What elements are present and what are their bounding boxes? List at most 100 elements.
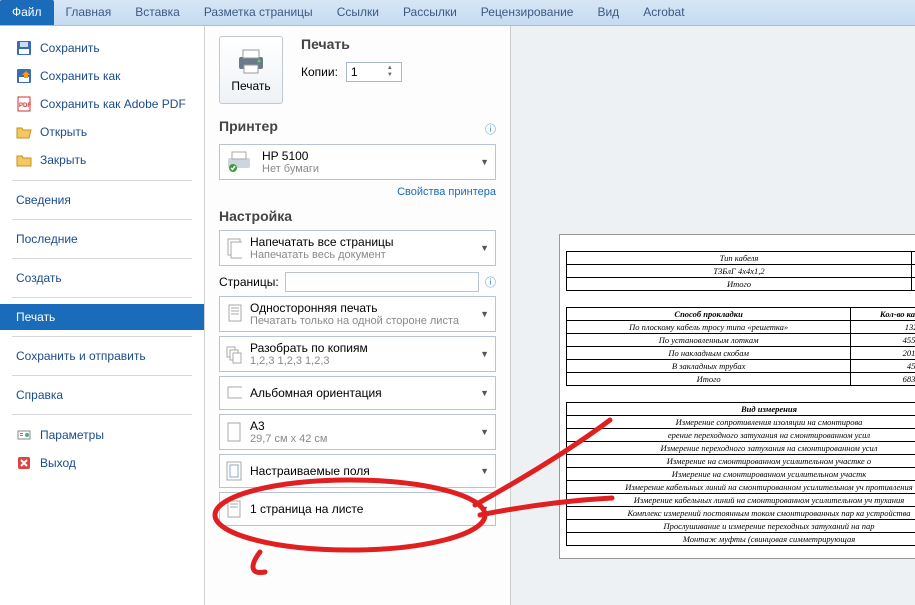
printer-properties-link[interactable]: Свойства принтера bbox=[397, 186, 496, 198]
sidebar-label: Выход bbox=[40, 456, 76, 470]
cell: ТЗБлГ 4x4x1,2 bbox=[567, 265, 912, 278]
separator bbox=[12, 414, 192, 415]
print-scope-select[interactable]: Напечатать все страницы Напечатать весь … bbox=[219, 230, 496, 266]
margins-icon bbox=[226, 463, 242, 479]
collate-sub: 1,2,3 1,2,3 1,2,3 bbox=[250, 355, 472, 367]
options-icon bbox=[16, 427, 32, 443]
sidebar-label: Сохранить как Adobe PDF bbox=[40, 97, 186, 111]
sidebar-item-recent[interactable]: Последние bbox=[0, 226, 204, 252]
folder-open-icon bbox=[16, 124, 32, 140]
info-icon[interactable]: ⓘ bbox=[485, 274, 496, 290]
sidebar-label: Последние bbox=[16, 232, 78, 246]
pages-input[interactable] bbox=[285, 272, 479, 292]
copies-spinner[interactable]: ▲▼ bbox=[346, 62, 402, 82]
printer-icon bbox=[235, 47, 267, 75]
margins-title: Настраиваемые поля bbox=[250, 464, 472, 478]
sidebar-label: Сохранить bbox=[40, 41, 100, 55]
cell: Вид измерения bbox=[567, 403, 915, 416]
info-icon[interactable]: ⓘ bbox=[485, 121, 496, 137]
duplex-title: Односторонняя печать bbox=[250, 301, 472, 315]
copies-label: Копии: bbox=[301, 65, 338, 79]
tab-file[interactable]: Файл bbox=[0, 0, 54, 25]
sidebar-item-exit[interactable]: Выход bbox=[0, 449, 204, 477]
duplex-select[interactable]: Односторонняя печать Печатать только на … bbox=[219, 296, 496, 332]
ribbon-tabs: Файл Главная Вставка Разметка страницы С… bbox=[0, 0, 915, 26]
svg-text:PDF: PDF bbox=[19, 103, 31, 109]
chevron-down-icon: ▼ bbox=[480, 309, 489, 319]
sidebar-item-save[interactable]: Сохранить bbox=[0, 34, 204, 62]
tab-home[interactable]: Главная bbox=[54, 0, 124, 25]
tab-review[interactable]: Рецензирование bbox=[469, 0, 586, 25]
tab-view[interactable]: Вид bbox=[585, 0, 631, 25]
copies-input[interactable] bbox=[351, 65, 383, 79]
preview-document: Итого см Тип кабеля ТЗБлГ 4x4x1,2 Итого … bbox=[559, 234, 915, 559]
tab-references[interactable]: Ссылки bbox=[325, 0, 391, 25]
separator bbox=[12, 297, 192, 298]
sidebar-item-close[interactable]: Закрыть bbox=[0, 146, 204, 174]
collate-select[interactable]: Разобрать по копиям 1,2,3 1,2,3 1,2,3 ▼ bbox=[219, 336, 496, 372]
sidebar-item-print[interactable]: Печать bbox=[0, 304, 204, 330]
sheets-title: 1 страница на листе bbox=[250, 502, 472, 516]
sidebar-label: Создать bbox=[16, 271, 62, 285]
printer-name: HP 5100 bbox=[262, 149, 472, 163]
pages-label: Страницы: bbox=[219, 275, 279, 289]
doc-total-label: Итого см bbox=[566, 241, 915, 251]
print-heading: Печать bbox=[301, 36, 402, 52]
sidebar-label: Параметры bbox=[40, 428, 104, 442]
printer-select[interactable]: HP 5100 Нет бумаги ▼ bbox=[219, 144, 496, 180]
pdf-icon: PDF bbox=[16, 96, 32, 112]
tab-page-layout[interactable]: Разметка страницы bbox=[192, 0, 325, 25]
paper-icon bbox=[226, 424, 242, 440]
separator bbox=[12, 219, 192, 220]
chevron-down-icon: ▼ bbox=[480, 157, 489, 167]
sidebar-item-share[interactable]: Сохранить и отправить bbox=[0, 343, 204, 369]
print-settings-panel: Печать Печать Копии: ▲▼ Принтер ⓘ bbox=[205, 26, 511, 605]
setup-heading: Настройка bbox=[219, 208, 496, 224]
doc-table-2: Способ прокладкиКол-во кабеля (мПо плоск… bbox=[566, 307, 915, 386]
print-preview: Итого см Тип кабеля ТЗБлГ 4x4x1,2 Итого … bbox=[511, 26, 915, 605]
orientation-select[interactable]: Альбомная ориентация ▼ bbox=[219, 376, 496, 410]
sidebar-item-info[interactable]: Сведения bbox=[0, 187, 204, 213]
sidebar-label: Сохранить и отправить bbox=[16, 349, 146, 363]
duplex-sub: Печатать только на одной стороне листа bbox=[250, 315, 472, 327]
sidebar-item-open[interactable]: Открыть bbox=[0, 118, 204, 146]
orientation-icon bbox=[226, 385, 242, 401]
chevron-down-icon: ▼ bbox=[480, 243, 489, 253]
paper-title: A3 bbox=[250, 419, 472, 433]
sidebar-label: Сохранить как bbox=[40, 69, 120, 83]
doc-table-3: Вид измерения Измерение сопротивления из… bbox=[566, 402, 915, 546]
sidebar-label: Печать bbox=[16, 310, 55, 324]
chevron-down-icon: ▼ bbox=[480, 504, 489, 514]
scope-title: Напечатать все страницы bbox=[250, 235, 472, 249]
margins-select[interactable]: Настраиваемые поля ▼ bbox=[219, 454, 496, 488]
print-button[interactable]: Печать bbox=[219, 36, 283, 104]
sidebar-item-save-as[interactable]: Сохранить как bbox=[0, 62, 204, 90]
tab-mailings[interactable]: Рассылки bbox=[391, 0, 469, 25]
sidebar-item-new[interactable]: Создать bbox=[0, 265, 204, 291]
exit-icon bbox=[16, 455, 32, 471]
tab-acrobat[interactable]: Acrobat bbox=[631, 0, 696, 25]
pages-per-sheet-select[interactable]: 1 страница на листе ▼ bbox=[219, 492, 496, 526]
cell: Итого bbox=[567, 278, 912, 291]
collate-icon bbox=[226, 346, 242, 362]
chevron-down-icon: ▼ bbox=[480, 349, 489, 359]
paper-size-select[interactable]: A3 29,7 см x 42 см ▼ bbox=[219, 414, 496, 450]
spinner-arrows[interactable]: ▲▼ bbox=[387, 65, 397, 79]
save-icon bbox=[16, 40, 32, 56]
printer-device-icon bbox=[226, 150, 254, 174]
collate-title: Разобрать по копиям bbox=[250, 341, 472, 355]
sidebar-item-save-pdf[interactable]: PDF Сохранить как Adobe PDF bbox=[0, 90, 204, 118]
scope-sub: Напечатать весь документ bbox=[250, 249, 472, 261]
page-per-sheet-icon bbox=[226, 501, 242, 517]
sidebar-label: Закрыть bbox=[40, 153, 86, 167]
paper-sub: 29,7 см x 42 см bbox=[250, 433, 472, 445]
sidebar-item-help[interactable]: Справка bbox=[0, 382, 204, 408]
sidebar-label: Справка bbox=[16, 388, 63, 402]
save-as-icon bbox=[16, 68, 32, 84]
sidebar-item-options[interactable]: Параметры bbox=[0, 421, 204, 449]
sidebar-label: Сведения bbox=[16, 193, 71, 207]
cell: Тип кабеля bbox=[567, 252, 912, 265]
tab-insert[interactable]: Вставка bbox=[123, 0, 192, 25]
orientation-title: Альбомная ориентация bbox=[250, 386, 472, 400]
chevron-down-icon: ▼ bbox=[480, 427, 489, 437]
